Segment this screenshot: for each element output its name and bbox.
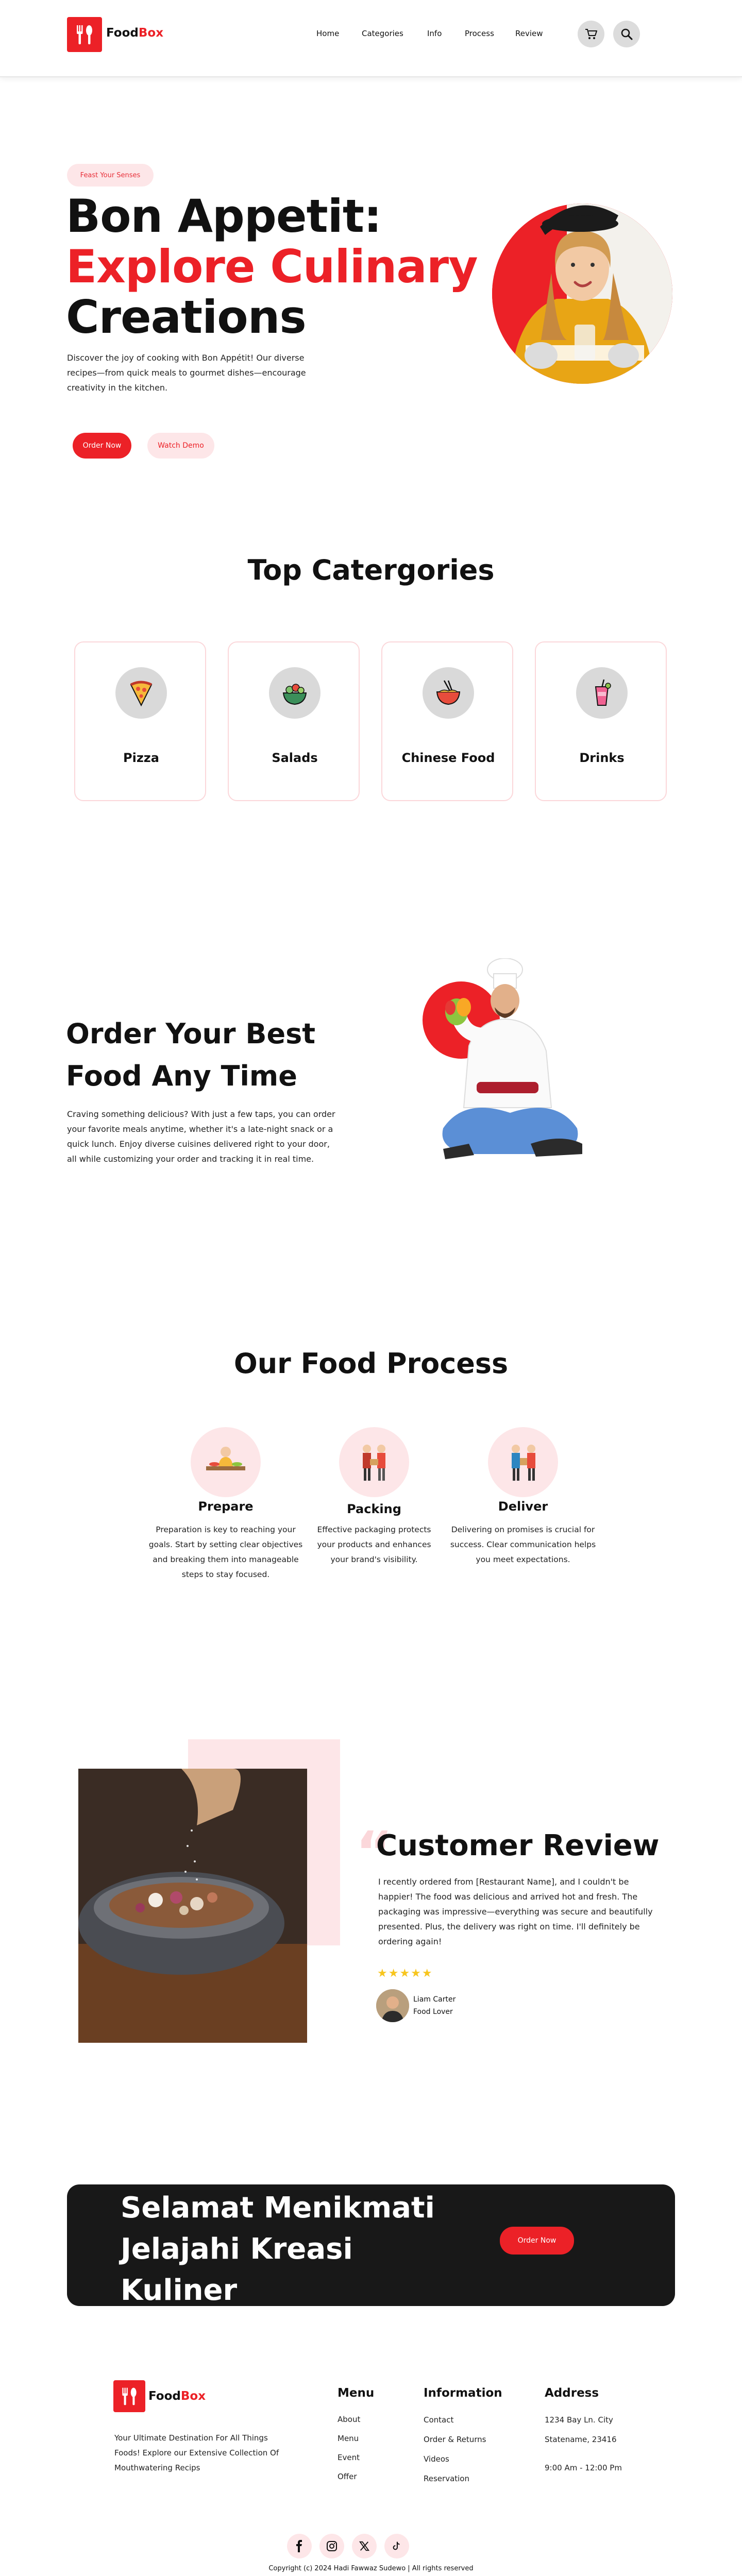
footer-address-street: 1234 Bay Ln. City bbox=[545, 2415, 613, 2425]
brand-name-second: Box bbox=[138, 26, 164, 40]
process-step-prepare-title: Prepare bbox=[198, 1499, 254, 1514]
drink-icon bbox=[576, 667, 628, 719]
footer-information-title: Information bbox=[424, 2386, 502, 2400]
footer-link-contact[interactable]: Contact bbox=[424, 2415, 453, 2425]
category-label-salads: Salads bbox=[272, 751, 318, 765]
search-button[interactable] bbox=[613, 21, 640, 47]
banner-line1: Selamat Menikmati bbox=[121, 2191, 435, 2225]
footer-link-videos[interactable]: Videos bbox=[424, 2454, 449, 2464]
banner-line2: Jelajahi Kreasi bbox=[121, 2232, 353, 2266]
copyright-text: Copyright (c) 2024 Hadi Fawwaz Sudewo | … bbox=[268, 2565, 474, 2572]
review-text: I recently ordered from [Restaurant Name… bbox=[378, 1877, 653, 1946]
reviewer-name: Liam Carter bbox=[413, 1995, 456, 2004]
deliver-illustration bbox=[488, 1427, 558, 1497]
category-card-chinese-food[interactable]: Chinese Food bbox=[381, 641, 513, 801]
hero-title-line1: Bon Appetit: bbox=[66, 190, 382, 243]
order-title-line2: Food Any Time bbox=[66, 1060, 297, 1092]
process-step-packing-title: Packing bbox=[347, 1502, 401, 1516]
category-label-drinks: Drinks bbox=[579, 751, 625, 765]
footer-link-reservation[interactable]: Reservation bbox=[424, 2474, 469, 2483]
process-title: Our Food Process bbox=[233, 1347, 509, 1380]
category-label-pizza: Pizza bbox=[123, 751, 159, 765]
footer-link-offer[interactable]: Offer bbox=[338, 2472, 357, 2481]
footer-link-menu[interactable]: Menu bbox=[338, 2434, 359, 2443]
categories-title: Top Catergories bbox=[247, 554, 495, 586]
footer-tagline: Your Ultimate Destination For All Things… bbox=[114, 2433, 279, 2472]
category-card-drinks[interactable]: Drinks bbox=[535, 641, 667, 801]
category-label-chinese-food: Chinese Food bbox=[401, 751, 495, 765]
footer-opening-hours: 9:00 Am - 12:00 Pm bbox=[545, 2463, 622, 2472]
instagram-icon[interactable] bbox=[319, 2534, 344, 2558]
hero-image bbox=[479, 170, 675, 386]
noodle-bowl-icon bbox=[423, 667, 474, 719]
footer-link-event[interactable]: Event bbox=[338, 2453, 360, 2462]
nav-home[interactable]: Home bbox=[316, 29, 339, 38]
x-icon[interactable] bbox=[352, 2534, 377, 2558]
category-card-salads[interactable]: Salads bbox=[228, 641, 360, 801]
review-title: Customer Review bbox=[376, 1829, 660, 1862]
order-description: Craving something delicious? With just a… bbox=[67, 1109, 335, 1164]
nav-info[interactable]: Info bbox=[427, 29, 442, 38]
nav-process[interactable]: Process bbox=[465, 29, 494, 38]
banner-order-button[interactable]: Order Now bbox=[500, 2227, 574, 2255]
nav-review[interactable]: Review bbox=[515, 29, 543, 38]
cta-banner: Selamat Menikmati Jelajahi Kreasi Kuline… bbox=[67, 2184, 675, 2306]
nav-categories[interactable]: Categories bbox=[362, 29, 403, 38]
chef-image bbox=[412, 958, 613, 1195]
footer-link-order-returns[interactable]: Order & Returns bbox=[424, 2435, 486, 2444]
process-step-deliver-title: Deliver bbox=[498, 1499, 548, 1514]
order-title-line1: Order Your Best bbox=[66, 1018, 316, 1050]
cart-button[interactable] bbox=[578, 21, 604, 47]
process-step-prepare-description: Preparation is key to reaching your goal… bbox=[148, 1525, 303, 1579]
order-now-button[interactable]: Order Now bbox=[73, 433, 131, 459]
logo-icon[interactable] bbox=[67, 17, 102, 52]
search-icon bbox=[621, 28, 633, 40]
star-rating: ★★★★★ bbox=[377, 1967, 433, 1980]
pizza-icon bbox=[115, 667, 167, 719]
category-card-pizza[interactable]: Pizza bbox=[74, 641, 206, 801]
reviewer-avatar bbox=[376, 1989, 409, 2022]
review-food-image bbox=[78, 1769, 307, 2043]
reviewer-role: Food Lover bbox=[413, 2008, 453, 2016]
hero-description: Discover the joy of cooking with Bon App… bbox=[67, 353, 306, 393]
cart-icon bbox=[585, 29, 597, 39]
footer-logo-icon[interactable] bbox=[113, 2380, 145, 2412]
footer-address-title: Address bbox=[545, 2386, 599, 2400]
banner-line3: Kuliner bbox=[121, 2274, 238, 2306]
facebook-icon[interactable] bbox=[287, 2534, 312, 2558]
hero-title-line3: Creations bbox=[66, 291, 307, 344]
prepare-illustration bbox=[191, 1427, 261, 1497]
brand-name[interactable]: FoodBox bbox=[106, 26, 163, 40]
footer-brand-name[interactable]: FoodBox bbox=[148, 2389, 206, 2403]
site-header: FoodBox Home Categories Info Process Rev… bbox=[0, 0, 742, 77]
salad-icon bbox=[269, 667, 321, 719]
packing-illustration bbox=[339, 1427, 409, 1497]
process-step-packing-description: Effective packaging protects your produc… bbox=[317, 1525, 431, 1564]
footer-link-about[interactable]: About bbox=[338, 2415, 360, 2424]
tiktok-icon[interactable] bbox=[384, 2534, 409, 2558]
hero-title-line2: Explore Culinary bbox=[66, 240, 478, 293]
brand-name-first: Food bbox=[106, 26, 139, 40]
footer-menu-title: Menu bbox=[338, 2386, 375, 2400]
process-step-deliver-description: Delivering on promises is crucial for su… bbox=[450, 1525, 596, 1564]
footer-address-state: Statename, 23416 bbox=[545, 2435, 617, 2444]
footer-brand-name-first: Food bbox=[148, 2389, 181, 2403]
footer-brand-name-second: Box bbox=[180, 2389, 206, 2403]
watch-demo-button[interactable]: Watch Demo bbox=[147, 433, 214, 459]
hero-badge: Feast Your Senses bbox=[67, 164, 154, 187]
